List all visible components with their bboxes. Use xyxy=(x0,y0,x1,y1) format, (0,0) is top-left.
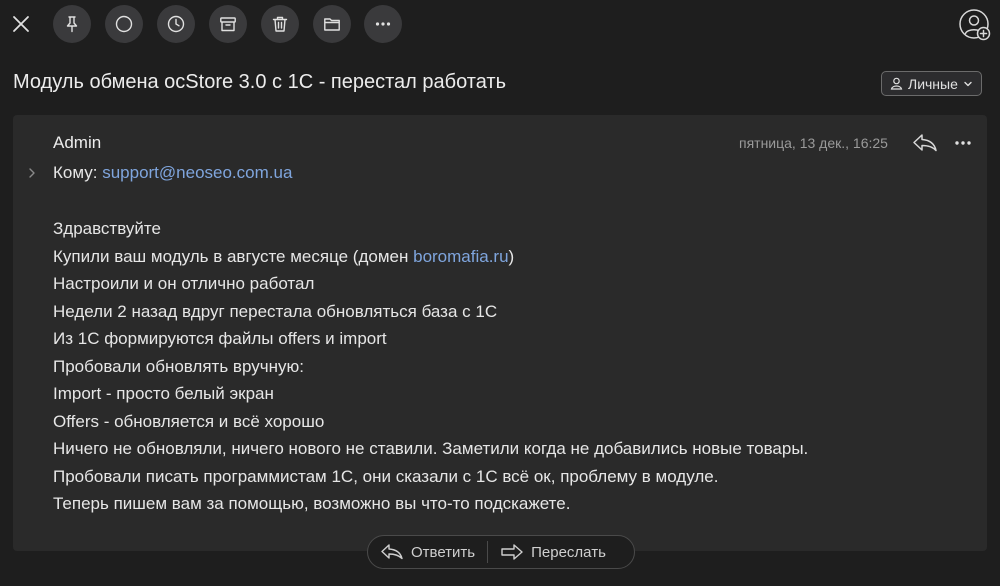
reply-button[interactable] xyxy=(911,129,939,157)
toolbar xyxy=(0,0,1000,48)
trash-icon xyxy=(271,15,289,33)
chevron-down-icon xyxy=(963,79,973,89)
body-line: Offers - обновляется и всё хорошо xyxy=(53,411,325,431)
clock-icon xyxy=(167,15,185,33)
domain-link[interactable]: boromafia.ru xyxy=(413,247,508,266)
recipient-address[interactable]: support@neoseo.com.ua xyxy=(102,163,292,182)
delete-button[interactable] xyxy=(261,5,299,43)
account-add-icon xyxy=(958,8,992,42)
body-line: Пробовали писать программистам 1С, они с… xyxy=(53,466,719,486)
more-button[interactable] xyxy=(364,5,402,43)
category-label: Личные xyxy=(908,75,958,92)
forward-label: Переслать xyxy=(531,543,606,561)
message-more-button[interactable] xyxy=(950,129,976,157)
body-line: Теперь пишем вам за помощью, возможно вы… xyxy=(53,494,571,513)
more-icon xyxy=(954,140,972,146)
reply-forward-bar: Ответить Переслать xyxy=(367,535,635,569)
folder-icon xyxy=(323,15,341,33)
body-line: Из 1С формируются файлы offers и import xyxy=(53,329,387,348)
forward-action-button[interactable]: Переслать xyxy=(488,536,618,568)
archive-button[interactable] xyxy=(209,5,247,43)
more-icon xyxy=(374,15,392,33)
reply-icon xyxy=(912,133,938,153)
reply-icon xyxy=(380,543,404,561)
message-date: пятница, 13 дек., 16:25 xyxy=(739,135,888,151)
message-card: Admin пятница, 13 дек., 16:25 Кому: supp… xyxy=(13,115,987,551)
close-icon xyxy=(12,15,30,33)
close-button[interactable] xyxy=(6,9,36,39)
sender-name[interactable]: Admin xyxy=(53,133,101,153)
mark-unread-button[interactable] xyxy=(105,5,143,43)
reply-label: Ответить xyxy=(411,543,476,561)
pin-button[interactable] xyxy=(53,5,91,43)
body-line: Import - просто белый экран xyxy=(53,384,274,403)
body-text: Купили ваш модуль в августе месяце (доме… xyxy=(53,246,414,266)
archive-icon xyxy=(219,15,237,33)
recipient-line: Кому: support@neoseo.com.ua xyxy=(53,163,292,183)
body-line: Настроили и он отлично работал xyxy=(53,274,315,293)
circle-icon xyxy=(115,15,133,33)
reply-action-button[interactable]: Ответить xyxy=(368,536,487,568)
forward-icon xyxy=(500,543,524,561)
body-line: Купили ваш модуль в августе месяце (доме… xyxy=(53,243,808,271)
account-button[interactable] xyxy=(957,7,993,43)
body-line: Ничего не обновляли, ничего нового не ст… xyxy=(53,439,809,458)
body-line: Здравствуйте xyxy=(53,219,161,238)
person-icon xyxy=(890,77,903,90)
chevron-right-icon xyxy=(28,167,36,179)
category-dropdown[interactable]: Личные xyxy=(881,71,982,96)
message-subject: Модуль обмена ocStore 3.0 с 1С - переста… xyxy=(13,71,506,93)
to-label: Кому: xyxy=(53,163,98,182)
snooze-button[interactable] xyxy=(157,5,195,43)
message-body: Здравствуйте Купили ваш модуль в августе… xyxy=(53,215,808,518)
move-to-folder-button[interactable] xyxy=(313,5,351,43)
body-line: Недели 2 назад вдруг перестала обновлять… xyxy=(53,301,498,321)
body-line: Пробовали обновлять вручную: xyxy=(53,356,304,376)
body-text: ) xyxy=(508,246,515,266)
expand-details-button[interactable] xyxy=(25,165,39,181)
pin-icon xyxy=(63,15,81,33)
